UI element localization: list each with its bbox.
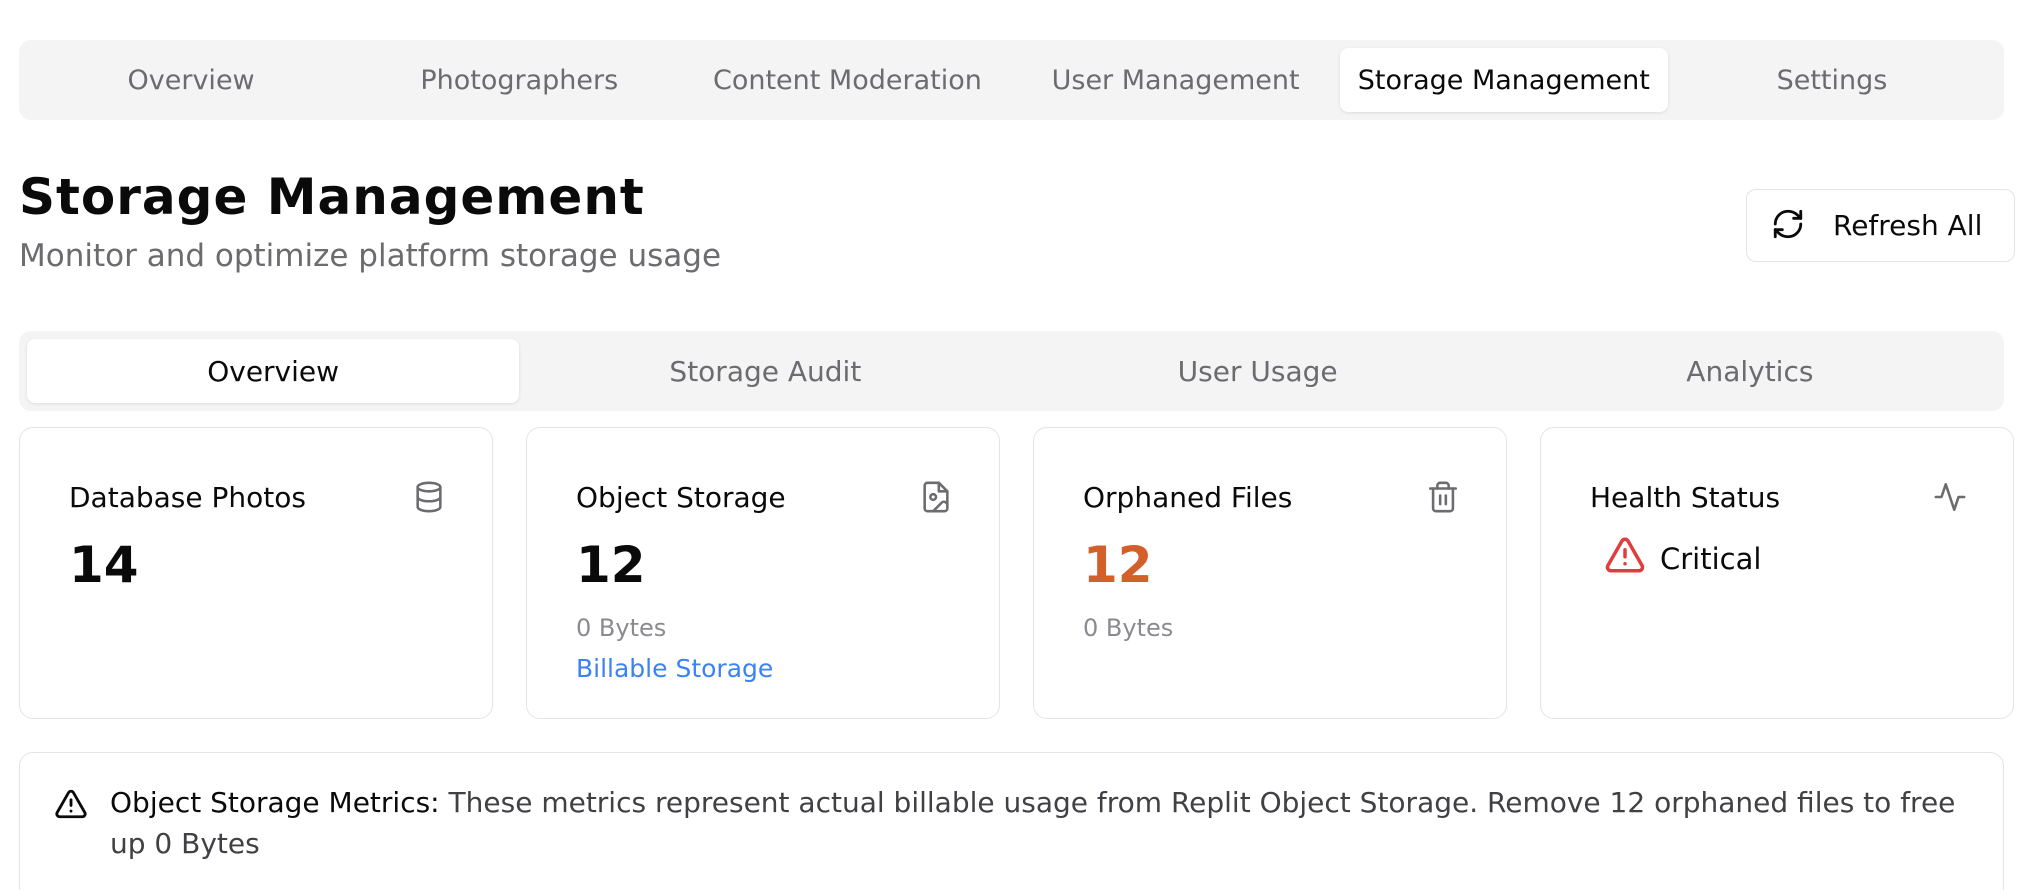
alert-message: Object Storage Metrics: These metrics re… [110, 782, 1990, 864]
object-storage-metrics-alert: Object Storage Metrics: These metrics re… [19, 752, 2004, 890]
database-icon [412, 480, 446, 514]
tab-content-moderation[interactable]: Content Moderation [683, 48, 1011, 112]
tab-user-management[interactable]: User Management [1012, 48, 1340, 112]
tab-settings[interactable]: Settings [1668, 48, 1996, 112]
database-photos-count: 14 [69, 536, 139, 594]
subtab-overview[interactable]: Overview [27, 339, 520, 403]
refresh-all-label: Refresh All [1833, 209, 1983, 242]
subtab-storage-audit[interactable]: Storage Audit [519, 339, 1011, 403]
orphaned-files-card: Orphaned Files 12 0 Bytes [1033, 427, 1507, 719]
alert-heading: Object Storage Metrics: [110, 786, 440, 819]
trash-icon [1426, 480, 1460, 514]
refresh-all-button[interactable]: Refresh All [1746, 189, 2015, 262]
storage-sub-tabs: Overview Storage Audit User Usage Analyt… [19, 331, 2004, 411]
health-status-text: Critical [1660, 541, 1762, 576]
database-photos-card: Database Photos 14 [19, 427, 493, 719]
refresh-icon [1771, 207, 1805, 245]
top-nav: Overview Photographers Content Moderatio… [19, 40, 2004, 120]
card-title: Database Photos [69, 481, 306, 514]
tab-overview[interactable]: Overview [27, 48, 355, 112]
object-storage-size: 0 Bytes [576, 614, 667, 642]
page-subtitle: Monitor and optimize platform storage us… [19, 238, 722, 274]
card-title: Object Storage [576, 481, 786, 514]
tab-storage-management[interactable]: Storage Management [1339, 48, 1668, 112]
warning-triangle-icon [54, 787, 88, 821]
billable-storage-link[interactable]: Billable Storage [576, 654, 773, 683]
object-storage-card: Object Storage 12 0 Bytes Billable Stora… [526, 427, 1000, 719]
health-status-indicator: Critical [1590, 534, 1761, 583]
warning-triangle-icon [1604, 534, 1646, 583]
card-title: Orphaned Files [1083, 481, 1293, 514]
card-title: Health Status [1590, 481, 1781, 514]
tab-photographers[interactable]: Photographers [355, 48, 683, 112]
activity-icon [1933, 480, 1967, 514]
file-image-icon [919, 480, 953, 514]
object-storage-count: 12 [576, 536, 646, 594]
page-title: Storage Management [19, 168, 645, 226]
health-status-card: Health Status Critical [1540, 427, 2014, 719]
subtab-analytics[interactable]: Analytics [1504, 339, 1996, 403]
orphaned-files-count: 12 [1083, 536, 1153, 594]
subtab-user-usage[interactable]: User Usage [1012, 339, 1504, 403]
orphaned-files-size: 0 Bytes [1083, 614, 1174, 642]
